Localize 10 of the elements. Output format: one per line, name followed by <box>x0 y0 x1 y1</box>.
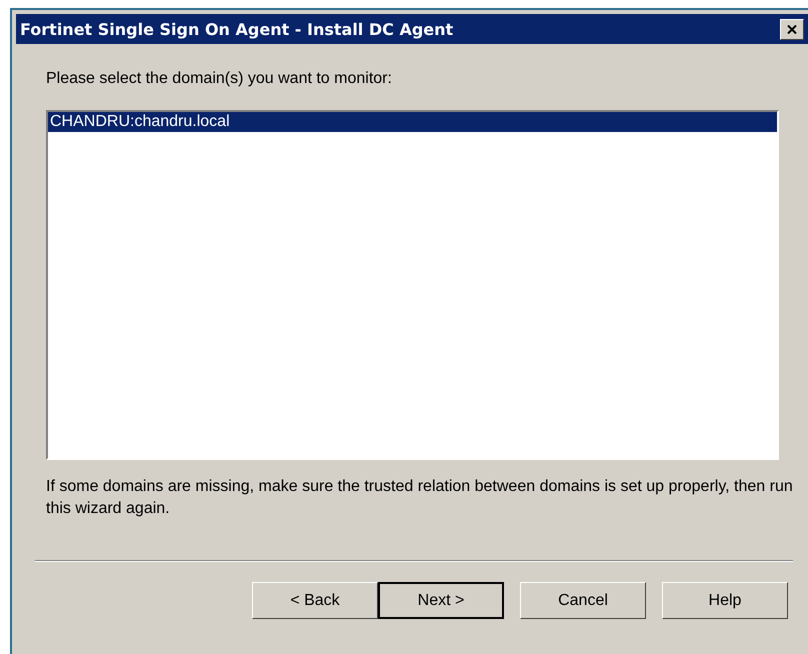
window-title: Fortinet Single Sign On Agent - Install DC Agent <box>20 20 454 38</box>
wizard-button[interactable]: < Back <box>252 582 378 619</box>
wizard-button[interactable]: Cancel <box>520 582 646 619</box>
prompt-text: Please select the domain(s) you want to monitor: <box>46 70 393 88</box>
wizard-button[interactable]: Help <box>662 582 788 619</box>
wizard-button[interactable]: Next > <box>378 582 504 619</box>
domain-item[interactable]: CHANDRU:chandru.local <box>48 112 777 132</box>
close-button[interactable] <box>780 18 804 40</box>
note-text: If some domains are missing, make sure the trusted relation between domains is set up properly, then run this wizard again. <box>46 477 794 519</box>
close-icon <box>787 24 797 34</box>
